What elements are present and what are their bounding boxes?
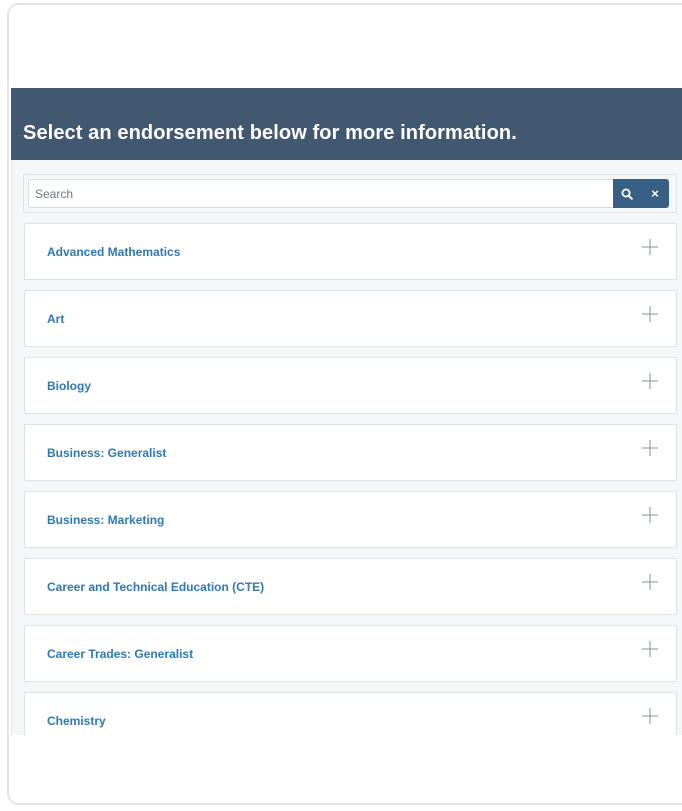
accordion-item-label: Career and Technical Education (CTE) xyxy=(47,580,265,594)
accordion-item-biology[interactable]: Biology xyxy=(24,357,677,414)
accordion-item-business-generalist[interactable]: Business: Generalist xyxy=(24,424,677,481)
accordion-item-chemistry[interactable]: Chemistry xyxy=(24,692,677,735)
clear-search-button[interactable]: × xyxy=(641,179,669,208)
accordion-item-career-technical-education[interactable]: Career and Technical Education (CTE) xyxy=(24,558,677,615)
accordion-item-label: Business: Marketing xyxy=(47,513,165,527)
page-title: Select an endorsement below for more inf… xyxy=(23,122,517,144)
search-button[interactable] xyxy=(613,179,641,208)
search-input[interactable] xyxy=(28,179,613,208)
page-frame: Select an endorsement below for more inf… xyxy=(7,3,682,805)
search-icon xyxy=(621,188,633,200)
endorsement-panel: × Advanced Mathematics Art Biology xyxy=(11,160,682,735)
accordion-item-business-marketing[interactable]: Business: Marketing xyxy=(24,491,677,548)
accordion-item-advanced-mathematics[interactable]: Advanced Mathematics xyxy=(24,223,677,280)
accordion-item-label: Advanced Mathematics xyxy=(47,245,181,259)
plus-icon xyxy=(642,708,658,724)
accordion-item-label: Business: Generalist xyxy=(47,446,167,460)
close-icon: × xyxy=(651,186,659,201)
accordion-item-label: Biology xyxy=(47,379,91,393)
accordion-item-career-trades-generalist[interactable]: Career Trades: Generalist xyxy=(24,625,677,682)
page-footer-space xyxy=(11,735,682,803)
plus-icon xyxy=(642,574,658,590)
accordion-item-label: Art xyxy=(47,312,65,326)
plus-icon xyxy=(642,641,658,657)
accordion-item-art[interactable]: Art xyxy=(24,290,677,347)
plus-icon xyxy=(642,440,658,456)
plus-icon xyxy=(642,373,658,389)
header-bar: Select an endorsement below for more inf… xyxy=(11,88,682,160)
plus-icon xyxy=(642,306,658,322)
plus-icon xyxy=(642,239,658,255)
search-bar: × xyxy=(23,174,677,213)
accordion-item-label: Career Trades: Generalist xyxy=(47,647,194,661)
accordion-item-label: Chemistry xyxy=(47,714,106,728)
plus-icon xyxy=(642,507,658,523)
